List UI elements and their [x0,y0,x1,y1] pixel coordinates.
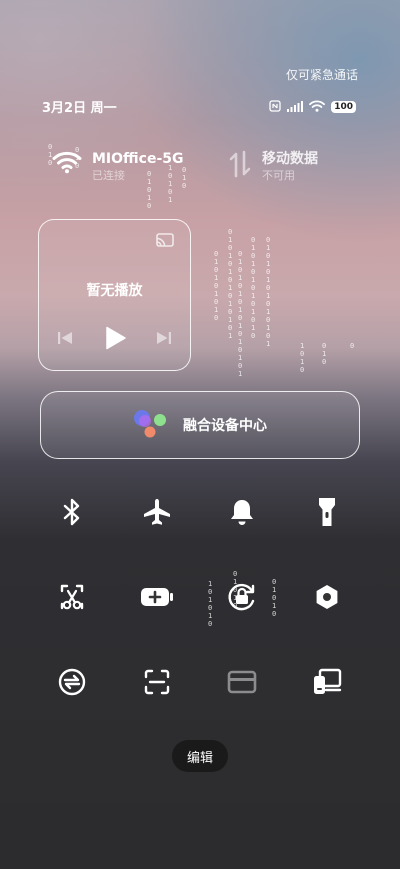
settings-toggle[interactable] [305,575,349,619]
matrix-digits: 0 1 0 1 0 [272,578,277,618]
matrix-digits: 0 1 0 1 0 1 0 1 0 1 0 1 0 1 [228,228,233,340]
emergency-call-label: 仅可紧急通话 [285,68,358,82]
status-date: 3月2日 周一 [42,101,117,116]
bell-icon [229,498,255,526]
signal-icon [287,97,304,116]
status-icons: 100 [269,97,356,116]
screenshot-icon [59,583,85,611]
media-controls [57,326,172,354]
settings-icon [313,583,341,611]
wifi-name: MIOffice-5G [92,151,184,167]
matrix-digits: 0 1 0 1 0 1 0 1 0 1 0 1 0 [251,236,256,340]
cast-screen-toggle[interactable] [305,660,349,704]
airplane-toggle[interactable] [135,490,179,534]
data-arrows-icon [228,150,252,182]
media-player-card[interactable]: 暂无播放 [38,219,191,371]
flashlight-toggle[interactable] [305,490,349,534]
sync-icon [57,667,87,697]
device-center-button[interactable]: 融合设备中心 [40,391,360,459]
bluetooth-toggle[interactable] [50,490,94,534]
flashlight-icon [316,496,338,528]
battery-saver-toggle[interactable] [135,575,179,619]
edit-button[interactable]: 编辑 [172,740,228,772]
wifi-status: 已连接 [92,169,125,182]
mobile-data-title: 移动数据 [262,151,318,167]
bell-toggle[interactable] [220,490,264,534]
cast-icon[interactable] [156,233,174,252]
matrix-digits: 0 1 0 [322,342,327,366]
rotation-lock-toggle[interactable] [220,575,264,619]
card-toggle[interactable] [220,660,264,704]
wifi-icon [52,150,82,178]
screenshot-toggle[interactable] [50,575,94,619]
device-center-logo [133,407,169,443]
scan-icon [144,669,170,695]
scan-toggle[interactable] [135,660,179,704]
mobile-data-status: 不可用 [262,169,295,182]
previous-icon[interactable] [57,330,73,350]
card-icon [227,670,257,694]
connectivity-row: MIOffice-5G 已连接 移动数据 不可用 [0,146,400,194]
wifi-icon [309,97,326,116]
battery-icon: 100 [331,100,356,113]
nfc-icon [269,97,281,116]
matrix-digits: 1 0 1 0 [300,342,305,374]
next-icon[interactable] [156,330,172,350]
battery-saver-icon [140,586,174,608]
cast-screen-icon [312,668,342,696]
media-title: 暂无播放 [86,283,143,299]
matrix-digits: 1 0 1 0 1 0 [208,580,213,628]
play-icon[interactable] [104,326,126,354]
airplane-icon [142,497,172,527]
bluetooth-icon [61,498,83,526]
mobile-data-tile[interactable]: 移动数据 不可用 [228,150,318,184]
matrix-digits: 0 1 0 1 0 1 0 1 0 [214,250,219,322]
matrix-digits: 0 [350,342,355,350]
device-center-label: 融合设备中心 [183,418,267,434]
matrix-digits: 0 1 0 1 0 1 0 1 0 1 0 1 0 1 [266,236,271,348]
sync-toggle[interactable] [50,660,94,704]
rotation-lock-icon [226,581,258,613]
wifi-tile[interactable]: MIOffice-5G 已连接 [52,150,184,184]
matrix-digits: 0 1 0 1 0 1 0 1 0 1 0 1 0 1 0 1 [238,250,243,378]
